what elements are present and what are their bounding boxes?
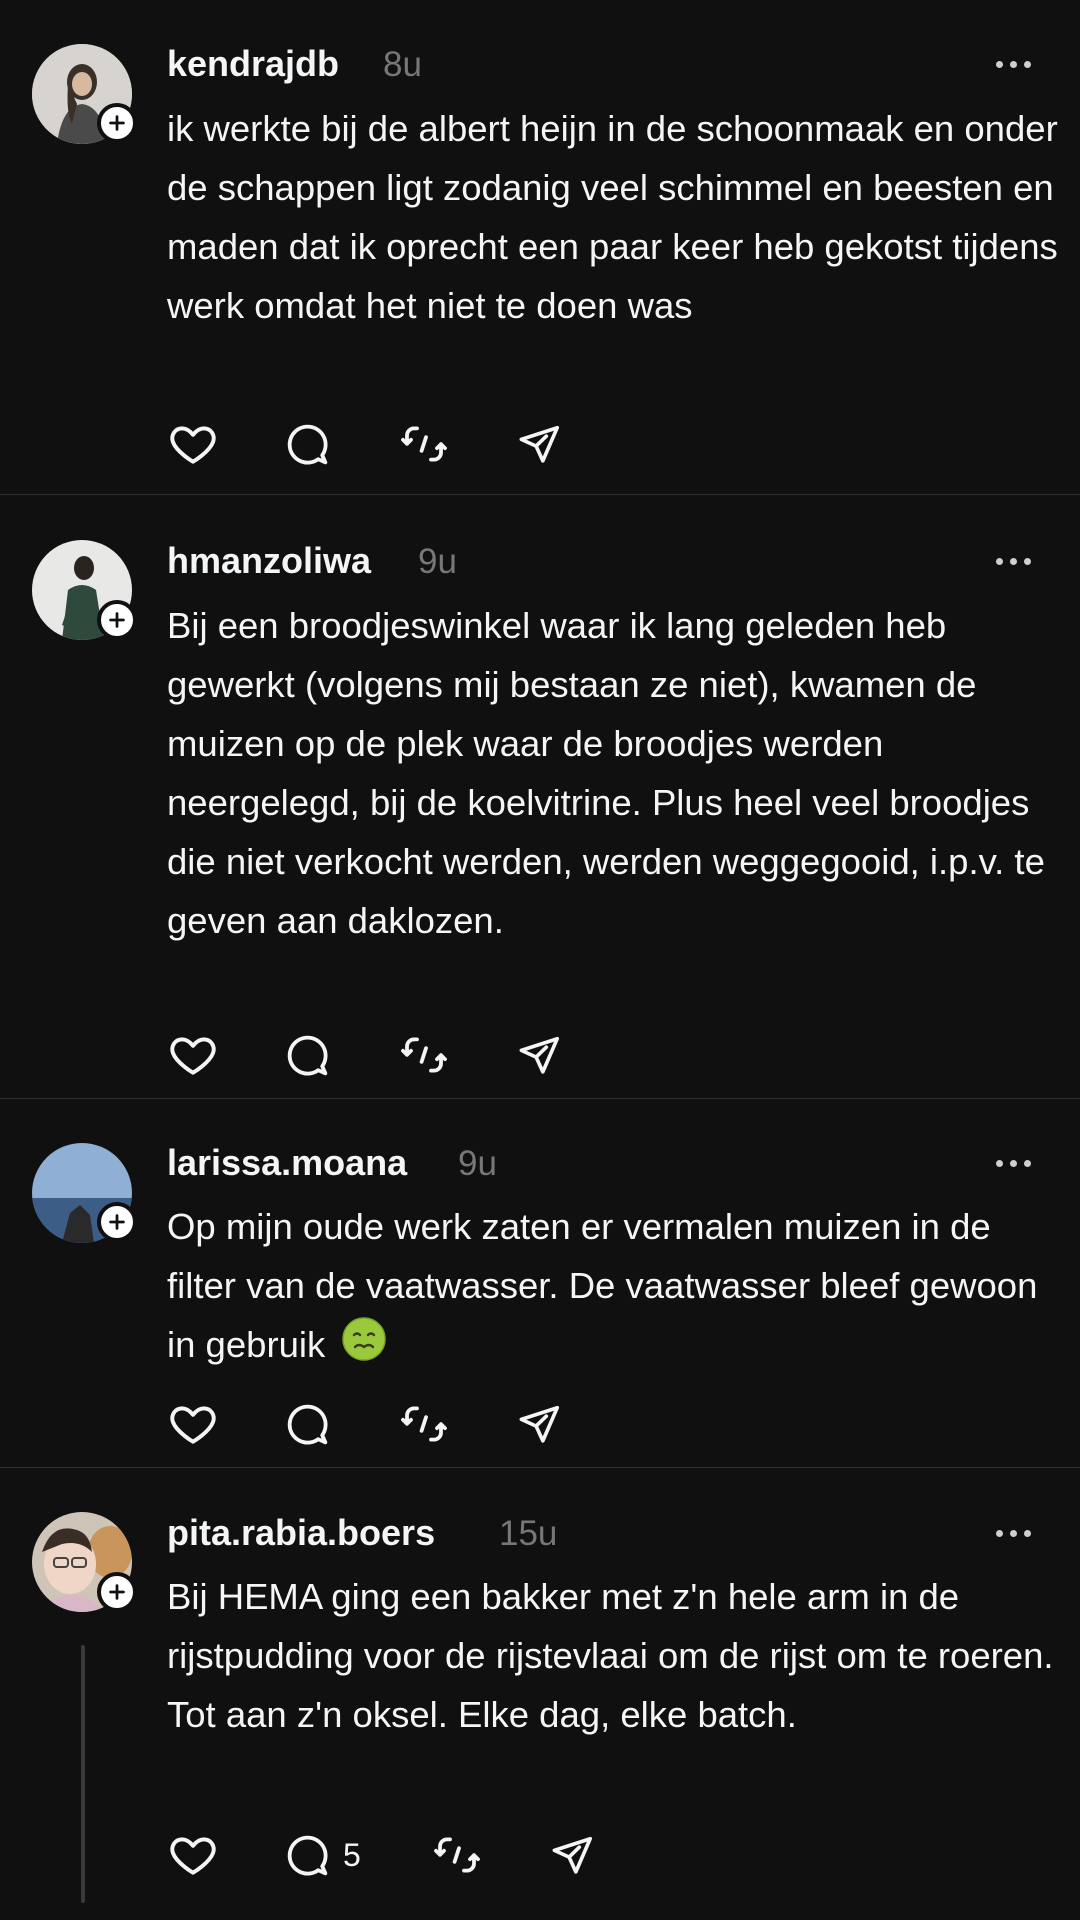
follow-plus-icon[interactable]: [97, 600, 137, 640]
post-time: 9u: [458, 1144, 497, 1183]
send-icon[interactable]: [513, 418, 565, 470]
post-text: Bij een broodjeswinkel waar ik lang gele…: [167, 605, 1045, 941]
post-text-body: Op mijn oude werk zaten er vermalen muiz…: [167, 1206, 1038, 1365]
username[interactable]: kendrajdb: [167, 44, 339, 84]
post-time: 15u: [499, 1514, 558, 1553]
reply-count[interactable]: 5: [343, 1829, 361, 1881]
comment-icon[interactable]: [281, 1829, 333, 1881]
username[interactable]: hmanzoliwa: [167, 541, 371, 581]
username[interactable]: pita.rabia.boers: [167, 1513, 435, 1553]
post-text: ik werkte bij de albert heijn in de scho…: [167, 108, 1058, 326]
send-icon[interactable]: [546, 1829, 598, 1881]
divider: [0, 1467, 1080, 1468]
divider: [0, 494, 1080, 495]
nauseated-face-icon: [341, 1316, 387, 1379]
follow-plus-icon[interactable]: [97, 1572, 137, 1612]
repost-icon[interactable]: [431, 1829, 483, 1881]
more-icon[interactable]: [996, 54, 1040, 74]
divider: [0, 1098, 1080, 1099]
repost-icon[interactable]: [398, 1398, 450, 1450]
more-icon[interactable]: [996, 1523, 1040, 1543]
follow-plus-icon[interactable]: [97, 1202, 137, 1242]
repost-icon[interactable]: [398, 1029, 450, 1081]
post-time: 8u: [383, 45, 422, 84]
comment-icon[interactable]: [281, 418, 333, 470]
post-text: Op mijn oude werk zaten er vermalen muiz…: [167, 1197, 1067, 1379]
send-icon[interactable]: [513, 1398, 565, 1450]
thread-line: [81, 1645, 85, 1903]
more-icon[interactable]: [996, 551, 1040, 571]
heart-icon[interactable]: [167, 1829, 219, 1881]
follow-plus-icon[interactable]: [97, 103, 137, 143]
heart-icon[interactable]: [167, 1398, 219, 1450]
heart-icon[interactable]: [167, 1029, 219, 1081]
username[interactable]: larissa.moana: [167, 1143, 407, 1183]
post-text: Bij HEMA ging een bakker met z'n hele ar…: [167, 1576, 1054, 1735]
post-time: 9u: [418, 542, 457, 581]
comment-icon[interactable]: [281, 1398, 333, 1450]
heart-icon[interactable]: [167, 418, 219, 470]
repost-icon[interactable]: [398, 418, 450, 470]
comment-icon[interactable]: [281, 1029, 333, 1081]
more-icon[interactable]: [996, 1153, 1040, 1173]
send-icon[interactable]: [513, 1029, 565, 1081]
